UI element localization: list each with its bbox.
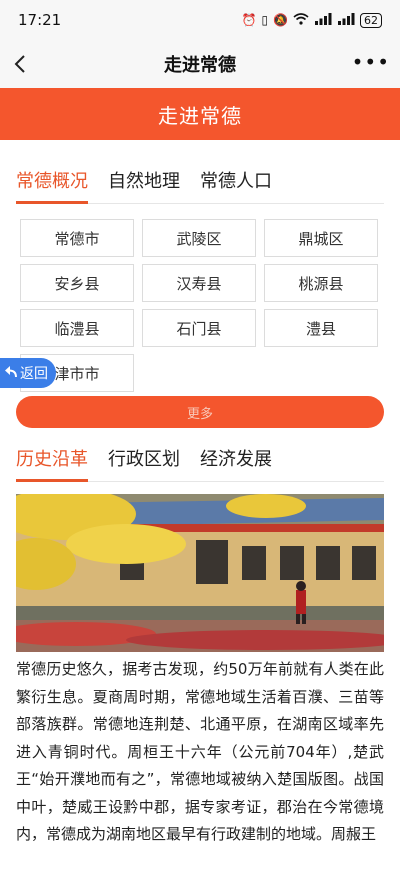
tab-overview[interactable]: 常德概况 [16, 167, 88, 204]
float-back-label: 返回 [20, 366, 48, 382]
tab-administrative[interactable]: 行政区划 [108, 445, 180, 481]
more-button[interactable]: 更多 [16, 396, 384, 428]
history-photo [16, 494, 384, 652]
district-item-anxiang[interactable]: 安乡县 [20, 264, 134, 302]
more-menu-icon[interactable]: ••• [352, 52, 390, 72]
district-item-shimen[interactable]: 石门县 [142, 309, 256, 347]
signal-icon [314, 12, 332, 28]
tab-population[interactable]: 常德人口 [200, 167, 272, 203]
back-chevron-icon[interactable] [10, 52, 32, 76]
battery-icon: 62 [360, 12, 382, 28]
vibrate-icon: ▯ [261, 13, 269, 27]
return-arrow-icon [4, 364, 18, 382]
banner: 走进常德 [0, 88, 400, 140]
history-photo-illustration [16, 494, 384, 652]
page-title: 走进常德 [164, 55, 236, 76]
district-item-taoyuan[interactable]: 桃源县 [264, 264, 378, 302]
signal-2-icon [337, 12, 355, 28]
history-tabs: 历史沿革 行政区划 经济发展 [16, 438, 384, 482]
district-item-linli[interactable]: 临澧县 [20, 309, 134, 347]
tab-economy[interactable]: 经济发展 [200, 445, 272, 481]
tab-history[interactable]: 历史沿革 [16, 445, 88, 482]
overview-tabs: 常德概况 自然地理 常德人口 [16, 160, 384, 204]
float-back-button[interactable]: 返回 [0, 358, 56, 388]
district-item-wuling[interactable]: 武陵区 [142, 219, 256, 257]
district-item-hanshou[interactable]: 汉寿县 [142, 264, 256, 302]
history-article: 常德历史悠久，据考古发现，约50万年前就有人类在此繁衍生息。夏商周时期，常德地域… [16, 660, 384, 843]
nav-bar: 走进常德 ••• [0, 40, 400, 88]
mute-icon: 🔕 [273, 13, 288, 27]
status-time: 17:21 [18, 11, 62, 29]
status-icons: ⏰ ▯ 🔕 62 [241, 12, 382, 28]
tab-geography[interactable]: 自然地理 [108, 167, 180, 203]
district-item-changde[interactable]: 常德市 [20, 219, 134, 257]
wifi-icon [293, 12, 309, 28]
banner-title: 走进常德 [158, 103, 242, 128]
district-item-lixian[interactable]: 澧县 [264, 309, 378, 347]
district-item-dingcheng[interactable]: 鼎城区 [264, 219, 378, 257]
status-bar: 17:21 ⏰ ▯ 🔕 62 [0, 0, 400, 40]
alarm-icon: ⏰ [241, 13, 257, 27]
